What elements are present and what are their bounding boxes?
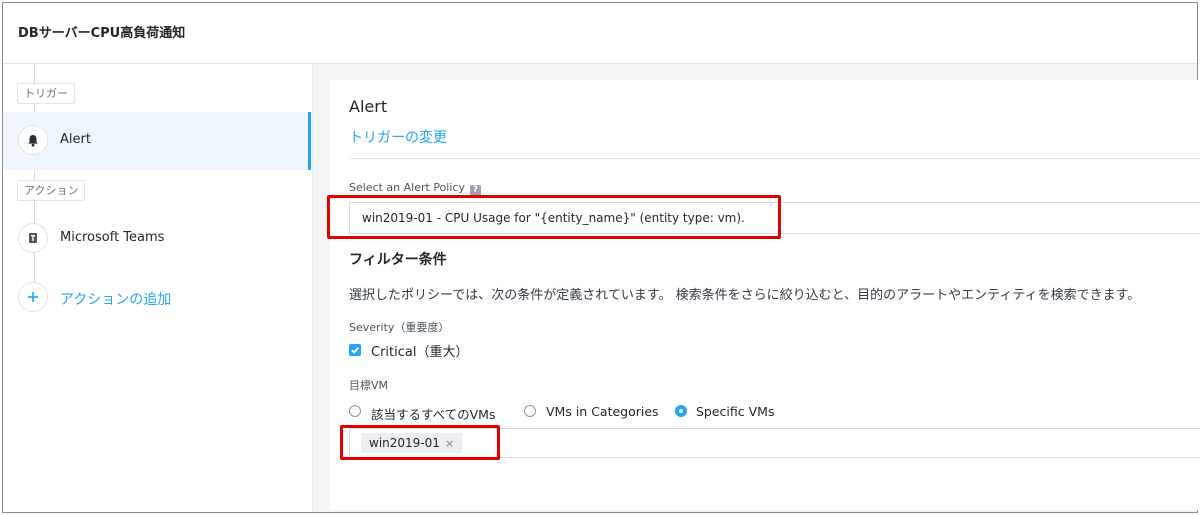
radio-vms-in-categories-label: VMs in Categories (546, 404, 659, 419)
policy-label: Select an Alert Policy? (349, 181, 481, 196)
plus-icon (18, 282, 48, 312)
radio-specific-vms[interactable] (675, 405, 687, 417)
sidebar: トリガー Alert アクション Microsoft Teams アクションの追… (3, 64, 313, 512)
severity-critical-checkbox[interactable] (349, 344, 361, 356)
sidebar-item-alert[interactable]: Alert (3, 112, 311, 170)
teams-icon (18, 223, 48, 253)
vm-chip: win2019-01 × (361, 433, 463, 453)
filter-title: フィルター条件 (349, 252, 447, 268)
alert-policy-select[interactable]: win2019-01 - CPU Usage for "{entity_name… (349, 202, 1200, 234)
divider (349, 158, 1199, 159)
page-title: DBサーバーCPU高負荷通知 (18, 26, 186, 41)
check-icon (351, 347, 359, 354)
sidebar-item-label: Microsoft Teams (60, 230, 165, 245)
chip-remove-icon[interactable]: × (445, 437, 454, 450)
add-action-button[interactable]: アクションの追加 (3, 269, 311, 327)
policy-label-text: Select an Alert Policy (349, 181, 465, 194)
sidebar-section-trigger: トリガー (17, 83, 75, 104)
radio-specific-vms-label: Specific VMs (696, 404, 775, 419)
radio-vms-in-categories[interactable] (524, 405, 536, 417)
severity-label: Severity（重要度） (349, 321, 450, 334)
radio-all-vms-label: 該当するすべてのVMs (371, 407, 496, 422)
sidebar-item-label: Alert (60, 132, 91, 147)
specific-vms-input[interactable]: win2019-01 × (349, 428, 1200, 458)
filter-description: 選択したポリシーでは、次の条件が定義されています。 検索条件をさらに絞り込むと、… (349, 288, 1141, 303)
alert-policy-value: win2019-01 - CPU Usage for "{entity_name… (362, 211, 745, 225)
trigger-heading: Alert (349, 97, 388, 116)
vm-chip-label: win2019-01 (369, 436, 440, 450)
radio-all-vms[interactable] (349, 405, 361, 417)
target-vm-label: 目標VM (349, 379, 389, 392)
bell-icon (18, 125, 48, 155)
add-action-label: アクションの追加 (60, 292, 172, 308)
change-trigger-link[interactable]: トリガーの変更 (349, 127, 447, 147)
sidebar-section-action: アクション (17, 180, 86, 201)
title-bar: DBサーバーCPU高負荷通知 (3, 3, 1197, 64)
help-icon[interactable]: ? (469, 185, 481, 196)
severity-critical-label: Critical（重大） (371, 345, 469, 360)
sidebar-item-microsoft-teams[interactable]: Microsoft Teams (3, 210, 311, 268)
